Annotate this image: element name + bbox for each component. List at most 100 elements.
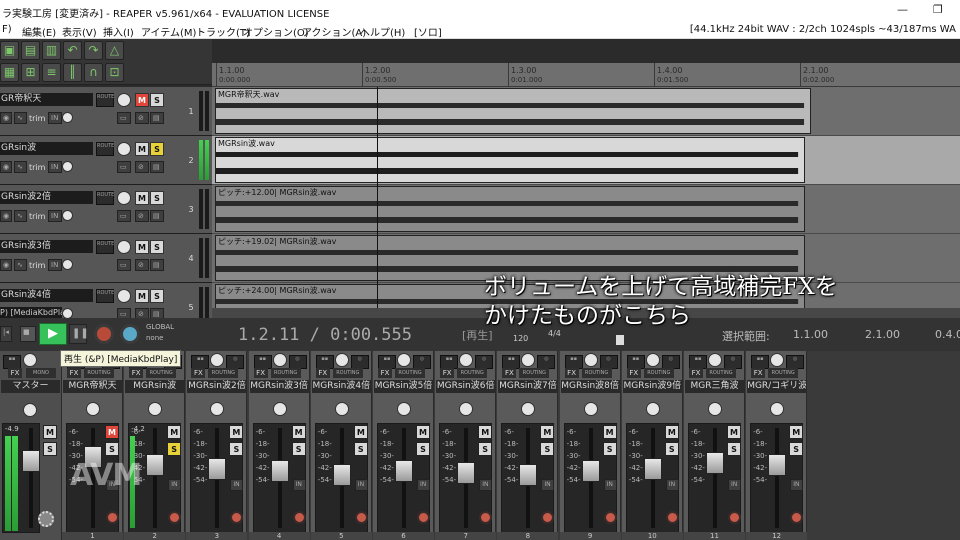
fx-bypass-icon[interactable]: ⊘ [135, 112, 149, 124]
strip-trim-knob[interactable] [708, 353, 722, 367]
strip-name[interactable]: MGRsin波6倍 [436, 380, 496, 393]
strip-phase-icon[interactable]: ◎ [226, 355, 245, 369]
mute-button[interactable]: M [135, 289, 149, 303]
metronome-icon[interactable]: △ [105, 41, 124, 60]
strip-record-arm[interactable] [603, 511, 617, 524]
track-name[interactable]: GRsin波4倍 [0, 289, 93, 302]
track-header[interactable]: GRsin波 ROUTE M S ◉ ∿ trim IN ▭ ⊘ ▤ 2 [0, 136, 212, 185]
input-button[interactable]: IN [48, 259, 62, 271]
env-icon[interactable]: ∿ [14, 259, 27, 271]
strip-fx-button[interactable]: FX [253, 368, 268, 378]
strip-record-arm[interactable] [354, 511, 368, 524]
lock-icon[interactable]: ∩ [84, 63, 103, 82]
strip-input-button[interactable]: IN [417, 479, 430, 491]
track-lane[interactable]: MGRsin波.wav [212, 136, 960, 185]
record-arm-icon[interactable]: ◉ [0, 210, 12, 222]
strip-routing-button[interactable]: ROUTING [208, 368, 239, 378]
repeat-button[interactable] [120, 324, 140, 344]
strip-io-icon[interactable]: ▪▪ [751, 355, 770, 369]
strip-io-icon[interactable]: ▪▪ [564, 355, 583, 369]
strip-name[interactable]: MGR帝釈天 [63, 380, 122, 393]
phase-icon[interactable] [62, 210, 73, 221]
master-fader[interactable] [22, 450, 40, 472]
fx-bypass-icon[interactable]: ⊘ [135, 210, 149, 222]
strip-name[interactable]: MGRsin波5倍 [374, 380, 433, 393]
menu-edit[interactable]: 編集(E) [22, 24, 56, 39]
io-icon[interactable]: ▤ [150, 259, 164, 271]
record-button[interactable] [94, 324, 114, 344]
strip-fx-button[interactable]: FX [315, 368, 330, 378]
snap-icon[interactable]: ⊞ [21, 63, 40, 82]
route-button[interactable]: ROUTE [96, 289, 114, 303]
media-item[interactable]: MGRsin波.wav [215, 137, 805, 183]
strip-phase-icon[interactable]: ◎ [724, 355, 742, 369]
phase-icon[interactable] [62, 161, 73, 172]
strip-pan-knob[interactable] [708, 402, 722, 416]
route-button[interactable]: ROUTE [96, 93, 114, 107]
trim-icon[interactable]: ║ [63, 63, 82, 82]
automation-mode[interactable]: none [146, 334, 163, 342]
master-pan-knob[interactable] [23, 403, 37, 417]
strip-phase-icon[interactable]: ◎ [350, 355, 369, 369]
strip-solo-button[interactable]: S [602, 442, 617, 456]
strip-input-button[interactable]: IN [665, 479, 679, 491]
master-settings-icon[interactable] [38, 511, 54, 527]
route-button[interactable]: ROUTE [96, 142, 114, 156]
strip-input-button[interactable]: IN [354, 479, 368, 491]
fx-bypass-icon[interactable]: ⊘ [135, 259, 149, 271]
strip-mute-button[interactable]: M [291, 425, 306, 439]
record-arm-icon[interactable]: ◉ [0, 259, 12, 271]
strip-fader[interactable] [581, 460, 600, 482]
track-name[interactable]: GRsin波 [0, 142, 93, 155]
strip-phase-icon[interactable]: ◎ [475, 355, 494, 369]
fx-icon[interactable]: ▭ [117, 161, 131, 173]
arrange-view[interactable]: 1.1.00 0:00.000 1.2.00 0:00.500 1.3.00 0:01.0… [212, 63, 960, 332]
selection-length[interactable]: 0.4.0 [935, 328, 960, 341]
strip-solo-button[interactable]: S [291, 442, 306, 456]
strip-pan-knob[interactable] [645, 402, 660, 416]
strip-io-icon[interactable]: ▪▪ [502, 355, 521, 369]
strip-trim-knob[interactable] [459, 353, 474, 367]
track-name[interactable]: GRsin波3倍 [0, 240, 93, 253]
strip-routing-button[interactable]: ROUTING [332, 368, 363, 378]
strip-routing-button[interactable]: ROUTING [395, 368, 425, 378]
menu-file[interactable]: F) [2, 24, 12, 35]
restore-icon[interactable]: ❐ [933, 3, 943, 16]
menu-options[interactable]: オプション(O) [243, 24, 309, 39]
strip-pan-knob[interactable] [148, 402, 163, 416]
strip-mute-button[interactable]: M [353, 425, 368, 439]
strip-solo-button[interactable]: S [229, 442, 244, 456]
strip-routing-button[interactable]: ROUTING [643, 368, 674, 378]
track-header[interactable]: GRsin波2倍 ROUTE M S ◉ ∿ trim IN ▭ ⊘ ▤ 3 [0, 185, 212, 234]
minimize-icon[interactable]: — [897, 3, 908, 16]
strip-fader[interactable] [208, 458, 227, 480]
strip-phase-icon[interactable]: ◎ [661, 355, 680, 369]
track-lane[interactable]: MGR帝釈天.wav [212, 87, 960, 136]
strip-input-button[interactable]: IN [790, 479, 804, 491]
strip-solo-button[interactable]: S [664, 442, 679, 456]
strip-phase-icon[interactable]: ◎ [599, 355, 618, 369]
strip-fx-button[interactable]: FX [564, 368, 579, 378]
strip-fx-button[interactable]: FX [440, 368, 455, 378]
strip-name[interactable]: MGRsin波7倍 [498, 380, 558, 393]
strip-routing-button[interactable]: ROUTING [519, 368, 550, 378]
strip-fader[interactable] [519, 464, 538, 486]
strip-phase-icon[interactable]: ◎ [413, 355, 431, 369]
strip-mute-button[interactable]: M [664, 425, 679, 439]
strip-fx-button[interactable]: FX [751, 368, 766, 378]
strip-trim-knob[interactable] [583, 353, 598, 367]
strip-fx-button[interactable]: FX [502, 368, 517, 378]
record-arm-icon[interactable]: ◉ [0, 161, 12, 173]
track-header[interactable]: GRsin波3倍 ROUTE M S ◉ ∿ trim IN ▭ ⊘ ▤ 4 [0, 234, 212, 283]
strip-fader[interactable] [270, 460, 289, 482]
track-lane[interactable]: ピッチ:+12.00| MGRsin波.wav [212, 185, 960, 234]
master-solo-button[interactable]: S [43, 442, 57, 456]
solo-button[interactable]: S [150, 191, 164, 205]
strip-solo-button[interactable]: S [105, 442, 119, 456]
media-item[interactable]: ピッチ:+12.00| MGRsin波.wav [215, 186, 805, 232]
volume-knob[interactable] [117, 142, 131, 156]
route-button[interactable]: ROUTE [96, 240, 114, 254]
strip-routing-button[interactable]: ROUTING [457, 368, 488, 378]
strip-solo-button[interactable]: S [478, 442, 493, 456]
strip-fx-button[interactable]: FX [129, 368, 144, 378]
